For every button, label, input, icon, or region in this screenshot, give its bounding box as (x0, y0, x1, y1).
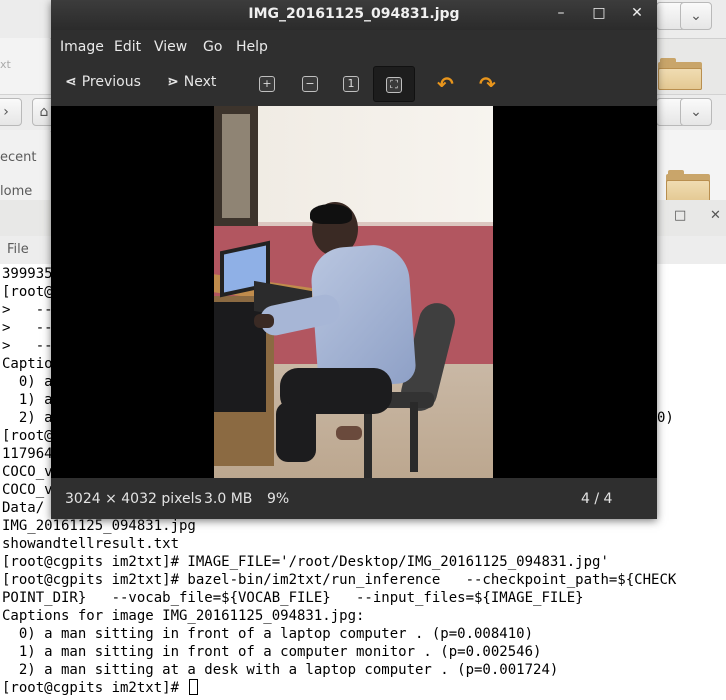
sidebar-item-recent[interactable]: ecent (0, 150, 36, 165)
terminal-prompt[interactable]: [root@cgpits im2txt]# (2, 679, 199, 697)
terminal-line: Captions for image IMG_20161125_094831.j… (2, 608, 365, 624)
image-position: 4 / 4 (581, 491, 613, 507)
arrow-left-icon: ⋖ (65, 74, 77, 90)
arrow-right-icon: ⋗ (167, 74, 179, 90)
minimize-icon[interactable]: – (551, 5, 571, 21)
viewer-toolbar: ⋖ Previous ⋗ Next + − 1 ⛶ ↶ ↷ (51, 62, 657, 107)
forward-icon[interactable]: › (0, 98, 22, 126)
zoom-in-icon: + (259, 76, 275, 92)
terminal-line-fragment: 0) (657, 410, 674, 426)
viewer-titlebar: IMG_20161125_094831.jpg – □ ✕ (51, 0, 657, 30)
terminal-line: > -- (2, 338, 53, 354)
terminal-line: 1) a man sitting in front of a computer … (2, 644, 542, 660)
image-canvas[interactable] (51, 106, 657, 478)
terminal-line: [root@ (2, 428, 53, 444)
terminal-line: POINT_DIR} --vocab_file=${VOCAB_FILE} --… (2, 590, 584, 606)
photo-man-at-laptop (214, 106, 493, 478)
terminal-line: 2) a (2, 410, 53, 426)
terminal-line: [root@cgpits im2txt]# IMAGE_FILE='/root/… (2, 554, 609, 570)
terminal-line: 1) a (2, 392, 53, 408)
terminal-line: > -- (2, 302, 53, 318)
best-fit-icon: ⛶ (386, 77, 402, 93)
menu-view[interactable]: View (154, 39, 187, 55)
terminal-line: Data/ (2, 500, 45, 516)
file-manager-sidebar: ecent lome (0, 130, 50, 200)
previous-button[interactable]: ⋖ Previous (65, 74, 141, 90)
rotate-right-icon[interactable]: ↷ (479, 72, 496, 96)
chevron-down-icon[interactable]: ⌄ (680, 98, 712, 126)
zoom-in-button[interactable]: + (251, 70, 283, 98)
next-label: Next (183, 74, 217, 90)
address-fragment: xt (0, 58, 11, 71)
viewer-menubar: Image Edit View Go Help (51, 30, 657, 62)
terminal-line: showandtellresult.txt (2, 536, 180, 552)
terminal-line: Captio (2, 356, 53, 372)
viewer-statusbar: 3024 × 4032 pixels 3.0 MB 9% 4 / 4 (51, 478, 657, 519)
terminal-line: 0) a man sitting in front of a laptop co… (2, 626, 534, 642)
chevron-down-icon[interactable]: ⌄ (680, 2, 712, 30)
menu-go[interactable]: Go (203, 39, 222, 55)
image-file-size: 3.0 MB (204, 491, 253, 507)
terminal-line: [root@ (2, 284, 53, 300)
sidebar-item-home[interactable]: lome (0, 184, 32, 199)
zoom-out-button[interactable]: − (294, 70, 326, 98)
terminal-line: [root@cgpits im2txt]# bazel-bin/im2txt/r… (2, 572, 677, 588)
terminal-line: 2) a man sitting at a desk with a laptop… (2, 662, 559, 678)
terminal-line: COCO_v (2, 464, 53, 480)
close-icon[interactable]: ✕ (627, 5, 647, 21)
image-dimensions: 3024 × 4032 pixels (65, 491, 202, 507)
terminal-line: COCO_v (2, 482, 53, 498)
image-viewer-window: IMG_20161125_094831.jpg – □ ✕ Image Edit… (51, 0, 657, 519)
zoom-level: 9% (267, 491, 290, 507)
terminal-line: IMG_20161125_094831.jpg (2, 518, 196, 534)
maximize-icon[interactable]: □ (589, 5, 609, 21)
rotate-left-icon[interactable]: ↶ (437, 72, 454, 96)
terminal-prompt-text: [root@cgpits im2txt]# (2, 680, 188, 696)
terminal-line: > -- (2, 320, 53, 336)
previous-label: Previous (81, 74, 141, 90)
menu-image[interactable]: Image (60, 39, 104, 55)
menu-help[interactable]: Help (236, 39, 268, 55)
menu-edit[interactable]: Edit (114, 39, 141, 55)
terminal-line: 0) a (2, 374, 53, 390)
terminal-line: 399935 (2, 266, 53, 282)
normal-size-icon: 1 (343, 76, 359, 92)
close-icon[interactable]: ✕ (710, 208, 721, 223)
terminal-line: 117964 (2, 446, 53, 462)
zoom-out-icon: − (302, 76, 318, 92)
normal-size-button[interactable]: 1 (335, 70, 367, 98)
terminal-menu-file[interactable]: File (7, 242, 29, 257)
terminal-cursor (189, 679, 199, 695)
maximize-icon[interactable]: □ (674, 208, 686, 223)
next-button[interactable]: ⋗ Next (167, 74, 216, 90)
best-fit-button[interactable]: ⛶ (373, 66, 415, 102)
